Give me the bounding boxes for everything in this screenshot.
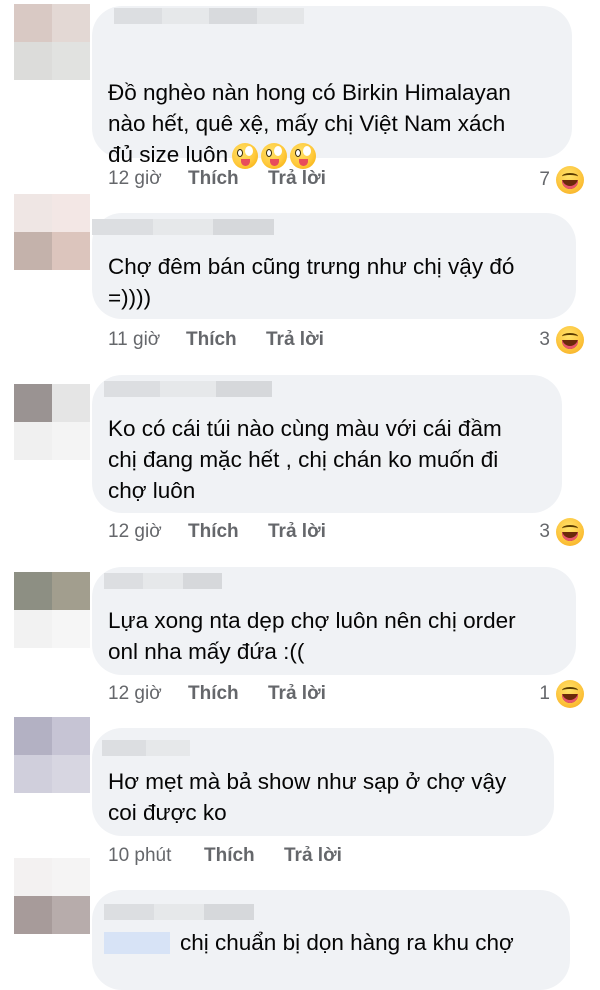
reply-button[interactable]: Trả lời [268,166,326,192]
like-button[interactable]: Thích [188,681,239,707]
reply-button[interactable]: Trả lời [268,681,326,707]
avatar[interactable] [14,858,90,934]
timestamp[interactable]: 12 giờ [108,519,162,545]
reaction-summary[interactable]: 7 [539,165,584,195]
comment-bubble: Chợ đêm bán cũng trưng như chị vậy đó =)… [92,213,576,319]
comment-text: Ko có cái túi nào cùng màu với cái đầm c… [108,416,502,503]
reply-button[interactable]: Trả lời [284,843,342,869]
like-button[interactable]: Thích [204,843,255,869]
comment-bubble: Lựa xong nta dẹp chợ luôn nên chị order … [92,567,576,675]
haha-icon [556,326,584,354]
reaction-summary[interactable]: 3 [539,325,584,355]
reaction-count: 3 [539,329,550,350]
reply-button[interactable]: Trả lời [266,327,324,353]
comment-text: Hơ mẹt mà bả show như sạp ở chợ vậy coi … [108,769,507,825]
comment-bubble: Hơ mẹt mà bả show như sạp ở chợ vậy coi … [92,728,554,836]
comment-text: chị chuẩn bị dọn hàng ra khu chợ [180,930,514,955]
avatar[interactable] [14,572,90,648]
avatar[interactable] [14,4,90,80]
author-name-redacted[interactable] [92,219,275,235]
reply-button[interactable]: Trả lời [268,519,326,545]
like-button[interactable]: Thích [188,166,239,192]
author-name-redacted[interactable] [114,8,304,24]
haha-icon [556,518,584,546]
comment-meta: 12 giờ Thích Trả lời [108,681,588,707]
comment-text: Chợ đêm bán cũng trưng như chị vậy đó =)… [108,254,515,310]
comment-text: Lựa xong nta dẹp chợ luôn nên chị order … [108,608,516,664]
author-name-redacted[interactable] [104,904,254,920]
comment-meta: 12 giờ Thích Trả lời [108,519,588,545]
reaction-count: 7 [539,169,550,190]
reaction-count: 1 [539,683,550,704]
avatar[interactable] [14,194,90,270]
avatar[interactable] [14,717,90,793]
comment-text: Đồ nghèo nàn hong có Birkin Himalayan nà… [108,46,568,170]
like-button[interactable]: Thích [188,519,239,545]
comment-meta: 10 phút Thích Trả lời [108,843,588,869]
reaction-summary[interactable]: 1 [539,679,584,709]
reaction-summary[interactable]: 3 [539,517,584,547]
timestamp[interactable]: 10 phút [108,843,171,869]
comment-bubble: chị chuẩn bị dọn hàng ra khu chợ [92,890,570,990]
haha-icon [556,166,584,194]
haha-icon [556,680,584,708]
timestamp[interactable]: 12 giờ [108,166,162,192]
comment-meta: 11 giờ Thích Trả lời [108,327,588,353]
mention-tag-redacted[interactable] [104,932,170,954]
timestamp[interactable]: 11 giờ [108,327,160,353]
comment-bubble: Ko có cái túi nào cùng màu với cái đầm c… [92,375,562,513]
avatar[interactable] [14,384,90,460]
like-button[interactable]: Thích [186,327,237,353]
comment-bubble: Đồ nghèo nàn hong có Birkin Himalayan nà… [92,6,572,170]
author-name-redacted[interactable] [104,573,222,589]
reaction-count: 3 [539,521,550,542]
author-name-redacted[interactable] [102,740,190,756]
comment-meta: 12 giờ Thích Trả lời [108,166,588,192]
timestamp[interactable]: 12 giờ [108,681,162,707]
author-name-redacted[interactable] [104,381,272,397]
